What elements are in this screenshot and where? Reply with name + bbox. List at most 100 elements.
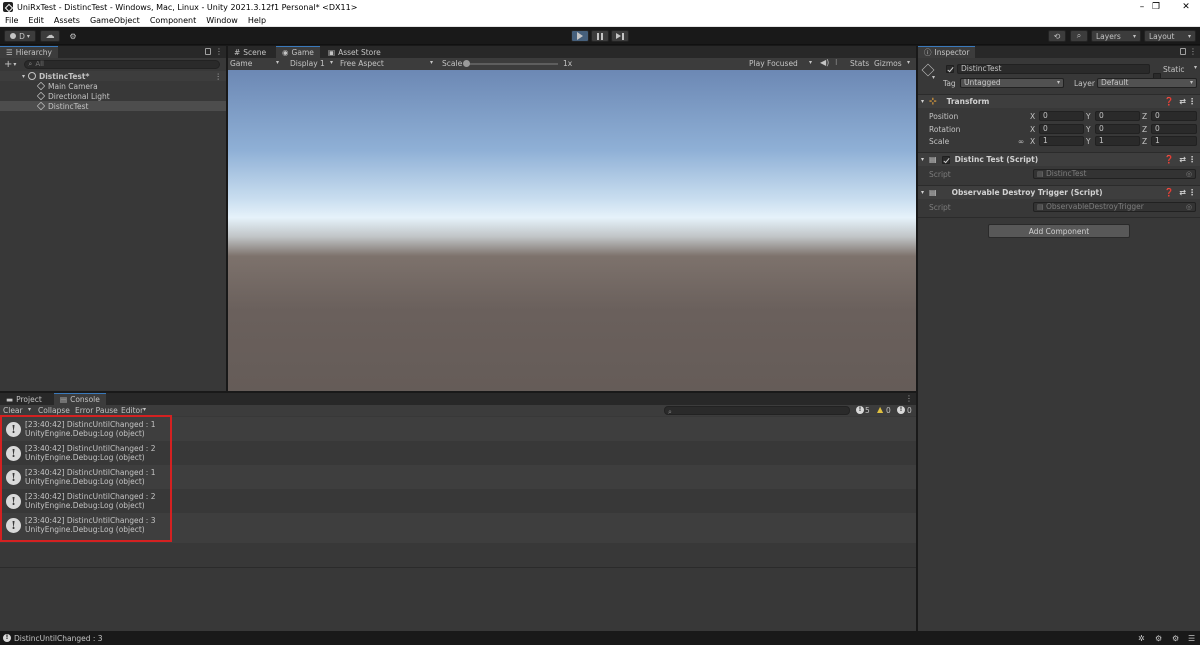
transform-rotation-z-field[interactable]: 0 [1151, 123, 1197, 134]
add-icon[interactable]: + [4, 59, 12, 70]
speaker-icon[interactable]: ◀) [820, 58, 829, 67]
error-pause-button[interactable]: Error Pause [75, 406, 118, 415]
layer-dropdown[interactable]: Default ▾ [1097, 78, 1197, 88]
layout-dropdown[interactable]: Layout ▾ [1144, 30, 1196, 42]
scale-slider-handle[interactable] [463, 60, 470, 67]
pause-button[interactable] [591, 30, 609, 42]
hierarchy-item-distinctest[interactable]: DistincTest [0, 101, 226, 111]
menu-component[interactable]: Component [145, 16, 201, 25]
tab-scene[interactable]: # Scene [228, 46, 272, 58]
transform-position-y-field[interactable]: 0 [1095, 111, 1140, 121]
layers-dropdown[interactable]: Layers ▾ [1091, 30, 1141, 42]
chevron-down-icon[interactable]: ▾ [28, 406, 31, 413]
menu-edit[interactable]: Edit [23, 16, 49, 25]
tab-project[interactable]: ▬ Project [0, 393, 48, 405]
object-name-field[interactable]: DistincTest [957, 64, 1150, 74]
chevron-down-icon[interactable]: ▾ [330, 59, 333, 66]
active-checkbox[interactable] [946, 65, 954, 73]
play-button[interactable] [571, 30, 589, 42]
chevron-down-icon[interactable]: ▾ [1194, 64, 1197, 71]
tab-hierarchy[interactable]: ☰ Hierarchy [0, 46, 58, 58]
lock-icon[interactable] [1180, 48, 1186, 55]
info-count-icon[interactable]: ! [856, 406, 864, 414]
hierarchy-item-main-camera[interactable]: Main Camera [0, 81, 226, 91]
scale-slider[interactable] [463, 60, 558, 67]
chevron-down-icon[interactable]: ▾ [430, 59, 433, 66]
preset-icon[interactable]: ⇄ [1179, 188, 1186, 197]
transform-position-z-field[interactable]: 0 [1151, 111, 1197, 121]
chevron-down-icon[interactable]: ▾ [921, 189, 924, 196]
tab-inspector[interactable]: ⓘ Inspector [918, 46, 976, 58]
editor-dropdown[interactable]: Editor [121, 406, 143, 415]
help-icon[interactable]: ❓ [1164, 155, 1174, 164]
transform-rotation-x-field[interactable]: 0 [1039, 123, 1084, 134]
more-options-icon[interactable]: ⋮ [215, 72, 223, 81]
tab-asset-store[interactable]: ▣ Asset Store [322, 46, 387, 58]
help-icon[interactable]: ❓ [1164, 97, 1174, 106]
cache-icon[interactable]: ⚙ [1155, 634, 1162, 643]
chevron-down-icon[interactable]: ▾ [921, 98, 924, 105]
observable-destroy-trigger-header[interactable]: ▾ ▤ Observable Destroy Trigger (Script) … [918, 185, 1200, 199]
collab-button[interactable]: ⚙ [66, 30, 80, 42]
hierarchy-item-directional-light[interactable]: Directional Light [0, 91, 226, 101]
game-dropdown[interactable]: Game [230, 59, 252, 68]
menu-gameobject[interactable]: GameObject [85, 16, 145, 25]
history-button[interactable]: ⟲ [1048, 30, 1066, 42]
aspect-dropdown[interactable]: Free Aspect [340, 59, 384, 68]
settings-icon[interactable]: ⁝ [835, 58, 838, 67]
menu-help[interactable]: Help [243, 16, 271, 25]
more-options-icon[interactable]: ⋮ [1188, 155, 1196, 164]
more-options-icon[interactable]: ⋮ [215, 47, 223, 57]
error-count-icon[interactable]: ! [897, 406, 905, 414]
chevron-down-icon[interactable]: ▾ [907, 59, 910, 66]
chevron-down-icon[interactable]: ▾ [143, 406, 146, 413]
scene-row[interactable]: ▾ DistincTest* ⋮ [0, 71, 226, 81]
transform-position-x-field[interactable]: 0 [1039, 111, 1084, 121]
step-button[interactable] [611, 30, 629, 42]
stats-button[interactable]: Stats [850, 59, 869, 68]
console-search-input[interactable]: ⌕ [664, 406, 850, 416]
notification-icon[interactable]: ☰ [1188, 634, 1195, 643]
transform-scale-x-field[interactable]: 1 [1039, 136, 1084, 146]
chevron-down-icon[interactable]: ▾ [22, 73, 25, 80]
menu-assets[interactable]: Assets [49, 16, 85, 25]
lock-icon[interactable] [205, 48, 211, 55]
gizmos-dropdown[interactable]: Gizmos [874, 59, 902, 68]
play-focused-dropdown[interactable]: Play Focused [749, 59, 798, 68]
more-options-icon[interactable]: ⋮ [905, 394, 913, 404]
distinctest-script-header[interactable]: ▾ ▤ Distinc Test (Script) ❓ ⇄ ⋮ [918, 152, 1200, 166]
account-button[interactable]: D ▾ [4, 30, 36, 42]
transform-scale-z-field[interactable]: 1 [1151, 136, 1197, 146]
search-button[interactable]: ⌕ [1070, 30, 1088, 42]
close-button[interactable]: ✕ [1172, 0, 1200, 14]
menu-window[interactable]: Window [201, 16, 243, 25]
cloud-button[interactable]: ☁ [40, 30, 60, 42]
preset-icon[interactable]: ⇄ [1179, 97, 1186, 106]
warning-count-icon[interactable]: ▲ [877, 405, 883, 414]
maximize-button[interactable]: ❐ [1142, 0, 1170, 14]
progress-icon[interactable]: ⚙ [1172, 634, 1179, 643]
game-render-canvas[interactable] [228, 70, 916, 391]
more-options-icon[interactable]: ⋮ [1188, 188, 1196, 197]
more-options-icon[interactable]: ⋮ [1189, 47, 1197, 57]
collapse-button[interactable]: Collapse [38, 406, 70, 415]
clear-button[interactable]: Clear [3, 406, 23, 415]
constrain-proportions-icon[interactable]: ∞ [1018, 137, 1024, 146]
more-options-icon[interactable]: ⋮ [1188, 97, 1196, 106]
bug-icon[interactable]: ✲ [1138, 634, 1145, 643]
hierarchy-search-input[interactable]: ⌕ All [24, 59, 221, 69]
menu-file[interactable]: File [0, 16, 23, 25]
chevron-down-icon[interactable]: ▾ [13, 61, 16, 68]
status-message[interactable]: DistincUntilChanged : 3 [14, 634, 103, 643]
chevron-down-icon[interactable]: ▾ [932, 74, 935, 81]
add-component-button[interactable]: Add Component [988, 224, 1130, 238]
help-icon[interactable]: ❓ [1164, 188, 1174, 197]
tab-game[interactable]: ◉ Game [276, 46, 320, 58]
transform-header[interactable]: ▾ ⊹ Transform ❓ ⇄ ⋮ [918, 94, 1200, 108]
chevron-down-icon[interactable]: ▾ [921, 156, 924, 163]
tab-console[interactable]: ▤ Console [54, 393, 106, 405]
chevron-down-icon[interactable]: ▾ [276, 59, 279, 66]
display-dropdown[interactable]: Display 1 [290, 59, 325, 68]
preset-icon[interactable]: ⇄ [1179, 155, 1186, 164]
transform-rotation-y-field[interactable]: 0 [1095, 123, 1140, 134]
